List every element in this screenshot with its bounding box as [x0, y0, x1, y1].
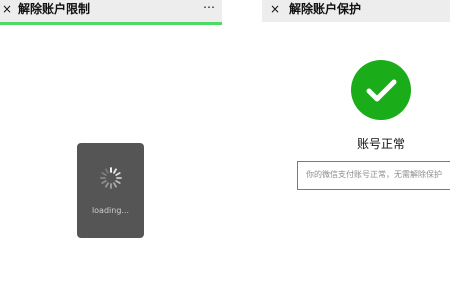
left-screen: × 解除账户限制 ⋯ loading... [0, 0, 222, 300]
close-icon[interactable]: × [270, 2, 280, 16]
loading-dialog: loading... [77, 143, 144, 238]
page-title: 解除账户保护 [289, 2, 362, 16]
notice-box: 你的微信支付账号正常，无需解除保护 [297, 161, 450, 190]
right-screen: × 解除账户保护 账号正常 你的微信支付账号正常，无需解除保护 [262, 0, 450, 300]
spinner-icon [100, 167, 122, 189]
account-status-text: 账号正常 [356, 137, 405, 151]
checkmark-icon [366, 79, 397, 102]
success-check-icon [351, 60, 411, 120]
close-icon[interactable]: × [2, 2, 12, 16]
right-top-bar: × 解除账户保护 [262, 0, 450, 22]
more-icon[interactable]: ⋯ [203, 0, 216, 14]
notice-text: 你的微信支付账号正常，无需解除保护 [306, 170, 442, 179]
page-title: 解除账户限制 [18, 2, 91, 16]
left-top-bar: × 解除账户限制 ⋯ [0, 0, 222, 22]
screenshot-comparison: × 解除账户限制 ⋯ loading... × 解除账户保护 账号正常 你的微信… [0, 0, 450, 300]
loading-progress-bar [0, 22, 222, 25]
loading-text: loading... [91, 206, 130, 215]
